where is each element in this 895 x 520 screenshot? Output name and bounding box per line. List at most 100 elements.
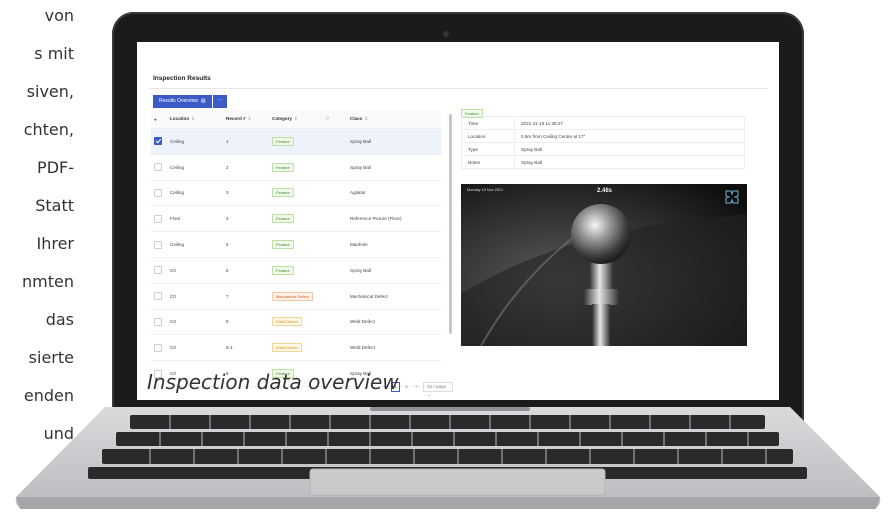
- detail-key: Time: [461, 116, 515, 130]
- row-checkbox-cell[interactable]: [151, 154, 167, 181]
- category-tag: Mechanical Defect: [272, 291, 313, 301]
- table-row[interactable]: C0 6 Feature Spray Ball: [151, 257, 441, 284]
- detail-panel: Feature Time 2021-11-15 11:38:27 Location…: [457, 94, 754, 398]
- row-checkbox[interactable]: [154, 317, 162, 326]
- detail-key: Location: [461, 129, 515, 143]
- cell-record: 7: [223, 283, 269, 310]
- cell-category: Feature: [269, 154, 347, 181]
- cell-location: Ceiling: [167, 154, 223, 181]
- column-header-record[interactable]: Record # ⇕: [223, 110, 269, 129]
- screen: Inspection Results Results Overview ▤ ··…: [137, 42, 779, 400]
- logo-icon: [725, 190, 739, 204]
- table-row[interactable]: C0 8 Weld Defect Weld Defect: [151, 309, 441, 336]
- sort-icon[interactable]: ⇕: [294, 116, 298, 121]
- laptop-base: [15, 407, 881, 509]
- table-row[interactable]: C0 7 Mechanical Defect Mechanical Defect: [151, 283, 441, 310]
- table-row[interactable]: Ceiling 5 Feature Manhole: [151, 231, 441, 258]
- chevron-down-icon: ⌄: [427, 392, 431, 397]
- select-all-cell[interactable]: ●: [151, 110, 167, 129]
- page-title: Inspection Results: [153, 75, 211, 82]
- inspection-photo[interactable]: Monday 15 Nov 2021 2.48s: [461, 184, 747, 346]
- column-header-category[interactable]: Category ⇕ ▽: [269, 110, 347, 129]
- row-checkbox-cell[interactable]: [151, 257, 167, 284]
- category-tag: Feature: [272, 265, 294, 275]
- table-row[interactable]: Ceiling 1 Feature Spray Ball: [151, 128, 441, 155]
- category-tag: Feature: [272, 136, 294, 146]
- row-checkbox-cell[interactable]: [151, 309, 167, 336]
- sort-icon[interactable]: ⇕: [364, 116, 368, 121]
- photo-counter: 2.48s: [597, 188, 613, 194]
- cell-record: 6: [223, 257, 269, 284]
- detail-value: Spray Ball: [514, 142, 745, 156]
- detail-row-location: Location 0.9m from Ceiling Centre at 17°: [461, 129, 745, 143]
- row-checkbox-cell[interactable]: [151, 334, 167, 362]
- cell-location: C0: [167, 257, 223, 284]
- page-button-2[interactable]: 2: [403, 383, 410, 391]
- table-row[interactable]: Ceiling 2 Feature Spray Ball: [151, 154, 441, 181]
- detail-value: 0.9m from Ceiling Centre at 17°: [514, 129, 745, 143]
- cell-category: Feature: [269, 205, 347, 233]
- column-header-class[interactable]: Class ⇕: [347, 110, 441, 129]
- results-table: ● Location ⇕ Record # ⇕ Category ⇕ ▽ Class ⇕ …: [151, 110, 441, 387]
- row-checkbox[interactable]: [154, 214, 162, 223]
- results-panel: Results Overview ▤ ··· ● Location ⇕ Recor…: [149, 94, 453, 397]
- row-checkbox[interactable]: [154, 292, 162, 301]
- row-checkbox[interactable]: [154, 188, 162, 197]
- laptop: Inspection Results Results Overview ▤ ··…: [0, 0, 895, 520]
- spray-ball-image: [461, 184, 747, 346]
- next-page-button[interactable]: >: [413, 383, 420, 391]
- more-tabs-button[interactable]: ···: [212, 95, 227, 108]
- select-all-icon[interactable]: ●: [154, 117, 157, 122]
- row-checkbox-cell[interactable]: [151, 283, 167, 310]
- cell-category: Mechanical Defect: [269, 283, 347, 310]
- cell-location: Ceiling: [167, 231, 223, 258]
- sort-icon[interactable]: ⇕: [248, 116, 252, 121]
- detail-row-time: Time 2021-11-15 11:38:27: [461, 116, 745, 130]
- page-size-select[interactable]: 10 / page ⌄: [423, 382, 453, 397]
- caption: Inspection data overview: [147, 370, 399, 394]
- cell-record: 5: [223, 231, 269, 258]
- tab-label: Results Overview: [159, 98, 198, 104]
- cell-location: Ceiling: [167, 180, 223, 207]
- row-checkbox[interactable]: [154, 240, 162, 249]
- table-icon: ▤: [200, 98, 206, 104]
- row-checkbox[interactable]: [154, 137, 162, 146]
- row-checkbox[interactable]: [154, 266, 162, 275]
- cell-location: Ceiling: [167, 128, 223, 155]
- row-checkbox[interactable]: [154, 163, 162, 172]
- cell-category: Feature: [269, 257, 347, 284]
- divider: [149, 88, 767, 89]
- table-row[interactable]: Ceiling 3 Feature Agitator: [151, 180, 441, 207]
- cell-record: 4: [223, 205, 269, 233]
- detail-row-notes: Notes Spray Ball: [461, 155, 745, 169]
- row-checkbox-cell[interactable]: [151, 128, 167, 155]
- cell-record: 8: [223, 309, 269, 336]
- row-checkbox[interactable]: [154, 343, 162, 352]
- detail-row-type: Type Spray Ball: [461, 142, 745, 156]
- cell-class: Reference Picture (Floor): [347, 205, 441, 233]
- column-header-location[interactable]: Location ⇕: [167, 110, 223, 129]
- cell-class: Spray Ball: [347, 128, 441, 155]
- sort-icon[interactable]: ⇕: [191, 116, 195, 121]
- tab-results-overview[interactable]: Results Overview ▤: [153, 95, 212, 108]
- cell-location: C0: [167, 309, 223, 336]
- cell-record: 3: [223, 180, 269, 207]
- detail-value: Spray Ball: [514, 155, 745, 169]
- detail-key: Type: [461, 142, 515, 156]
- row-checkbox-cell[interactable]: [151, 180, 167, 207]
- table-row[interactable]: Floor 4 Feature Reference Picture (Floor): [151, 205, 441, 233]
- cell-class: Weld Defect: [347, 334, 441, 362]
- table-row[interactable]: C0 8-1 Weld Defect Weld Defect: [151, 334, 441, 362]
- table-scrollbar[interactable]: [449, 114, 452, 334]
- camera-icon: [443, 31, 449, 37]
- cell-record: 8-1: [223, 334, 269, 362]
- cell-category: Feature: [269, 180, 347, 207]
- table-header-row: ● Location ⇕ Record # ⇕ Category ⇕ ▽ Class ⇕: [151, 110, 441, 129]
- row-checkbox-cell[interactable]: [151, 231, 167, 258]
- category-tag: Feature: [272, 188, 294, 198]
- cell-class: Manhole: [347, 231, 441, 258]
- detail-value: 2021-11-15 11:38:27: [514, 116, 745, 130]
- filter-icon[interactable]: ▽: [326, 116, 330, 121]
- detail-key: Notes: [461, 155, 515, 169]
- row-checkbox-cell[interactable]: [151, 205, 167, 233]
